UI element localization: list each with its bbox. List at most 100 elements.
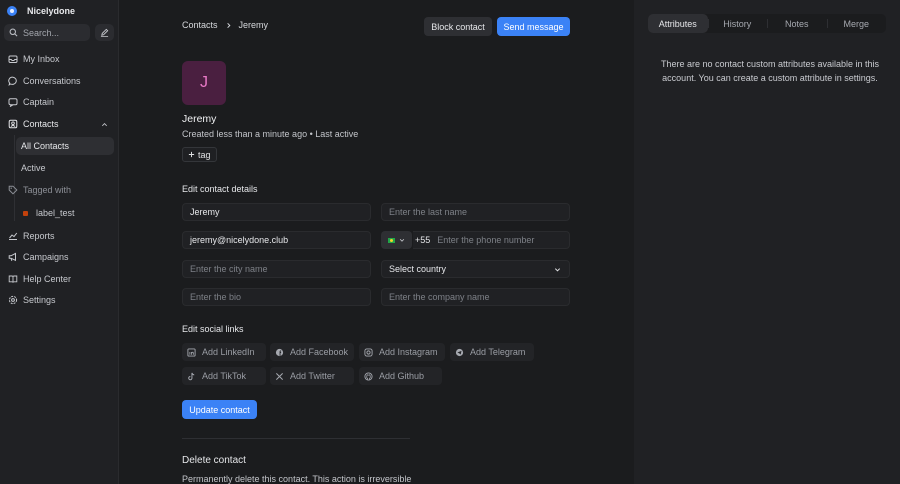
sidebar-item-label: Settings [23,295,56,305]
sidebar-item-active[interactable]: Active [16,159,114,177]
search-box[interactable] [4,24,90,41]
first-name-field[interactable]: Jeremy [182,203,371,221]
last-name-placeholder: Enter the last name [389,207,468,217]
attributes-empty-message: There are no contact custom attributes a… [660,59,880,83]
compose-icon [100,28,109,37]
section-divider [182,438,410,439]
company-field[interactable]: Enter the company name [381,288,570,306]
add-instagram-button[interactable]: Add Instagram [359,343,445,361]
social-label: Add Telegram [470,347,526,357]
social-label: Add LinkedIn [202,347,255,357]
add-tag-label: tag [198,149,211,160]
social-label: Add Facebook [290,347,349,357]
add-facebook-button[interactable]: Add Facebook [270,343,354,361]
tab-merge[interactable]: Merge [826,14,887,33]
sidebar-item-my-inbox[interactable]: My Inbox [4,50,114,68]
chevron-up-icon [102,122,107,126]
email-value: jeremy@nicelydone.club [190,235,289,245]
sidebar-item-label: Active [21,163,46,173]
last-name-field[interactable]: Enter the last name [381,203,570,221]
brand-name: Nicelydone [27,6,76,16]
phone-placeholder: Enter the phone number [437,235,535,245]
email-field[interactable]: jeremy@nicelydone.club [182,231,371,249]
brand-logo-icon [7,6,17,16]
tab-attributes[interactable]: Attributes [648,14,708,33]
sidebar-item-help-center[interactable]: Help Center [4,270,114,288]
sidebar-item-label: label_test [36,208,75,218]
brand[interactable]: Nicelydone [7,5,75,17]
search-icon [9,28,18,37]
social-label: Add TikTok [202,371,247,381]
social-links-title: Edit social links [182,324,244,334]
sidebar-item-all-contacts[interactable]: All Contacts [16,137,114,155]
first-name-value: Jeremy [190,207,220,217]
megaphone-icon [8,252,18,262]
chat-icon [8,76,18,86]
sidebar-item-label-test[interactable]: label_test [16,204,114,222]
contact-name: Jeremy [182,113,217,125]
city-placeholder: Enter the city name [190,264,268,274]
inbox-icon [8,54,18,64]
edit-details-title: Edit contact details [182,184,258,194]
label-color-dot [23,210,28,216]
contacts-icon [8,119,18,129]
add-tag-button[interactable]: tag [182,147,217,162]
sidebar-item-reports[interactable]: Reports [4,227,114,245]
sidebar-item-conversations[interactable]: Conversations [4,72,114,90]
chevron-down-icon [399,238,405,242]
tiktok-icon [187,372,196,381]
sidebar-item-campaigns[interactable]: Campaigns [4,248,114,266]
sidebar-item-settings[interactable]: Settings [4,291,114,309]
country-select[interactable]: Select country [381,260,570,278]
reports-icon [8,231,18,241]
help-icon [8,274,18,284]
send-message-button[interactable]: Send message [497,17,570,36]
tab-notes[interactable]: Notes [767,14,827,33]
sidebar-item-label: Campaigns [23,252,69,262]
social-label: Add Instagram [379,347,438,357]
phone-code: +55 [415,235,431,245]
add-twitter-button[interactable]: Add Twitter [270,367,354,385]
add-telegram-button[interactable]: Add Telegram [450,343,534,361]
company-placeholder: Enter the company name [389,292,490,302]
facebook-icon [275,348,284,357]
tab-history[interactable]: History [707,14,768,33]
breadcrumb-contacts[interactable]: Contacts [182,20,218,30]
avatar: J [182,61,226,105]
compose-button[interactable] [95,24,114,41]
x-icon [275,372,284,381]
phone-field[interactable]: +55 Enter the phone number [413,231,570,249]
sidebar-item-tagged-with[interactable]: Tagged with [4,181,114,199]
contact-meta: Created less than a minute ago • Last ac… [182,129,359,139]
sidebar-item-label: Help Center [23,274,72,284]
sidebar-item-label: Tagged with [23,185,72,195]
bio-placeholder: Enter the bio [190,292,242,302]
submenu-line [14,135,15,221]
delete-contact-description: Permanently delete this contact. This ac… [182,474,412,484]
plus-icon [188,151,195,158]
sidebar-item-captain[interactable]: Captain [4,93,114,111]
chevron-right-icon [226,22,231,28]
add-github-button[interactable]: Add Github [359,367,442,385]
sidebar-item-contacts[interactable]: Contacts [4,115,114,133]
sidebar-item-label: Reports [23,231,55,241]
sidebar-item-label: My Inbox [23,54,60,64]
social-label: Add Github [379,371,425,381]
block-contact-button[interactable]: Block contact [424,17,492,36]
city-field[interactable]: Enter the city name [182,260,371,278]
search-input[interactable] [23,27,87,38]
update-contact-button[interactable]: Update contact [182,400,257,419]
add-linkedin-button[interactable]: Add LinkedIn [182,343,266,361]
social-label: Add Twitter [290,371,335,381]
contact-side-panel: Attributes History Notes Merge There are… [634,0,900,484]
breadcrumb: Contacts Jeremy [182,20,268,30]
add-tiktok-button[interactable]: Add TikTok [182,367,266,385]
captain-icon [8,97,18,107]
country-code-dropdown[interactable] [381,231,412,249]
bio-field[interactable]: Enter the bio [182,288,371,306]
gear-icon [8,295,18,305]
sidebar-item-label: Captain [23,97,55,107]
sidebar: Nicelydone My Inbox Conversations Captai… [0,0,119,484]
sidebar-item-label: Conversations [23,76,81,86]
country-placeholder: Select country [389,264,447,274]
